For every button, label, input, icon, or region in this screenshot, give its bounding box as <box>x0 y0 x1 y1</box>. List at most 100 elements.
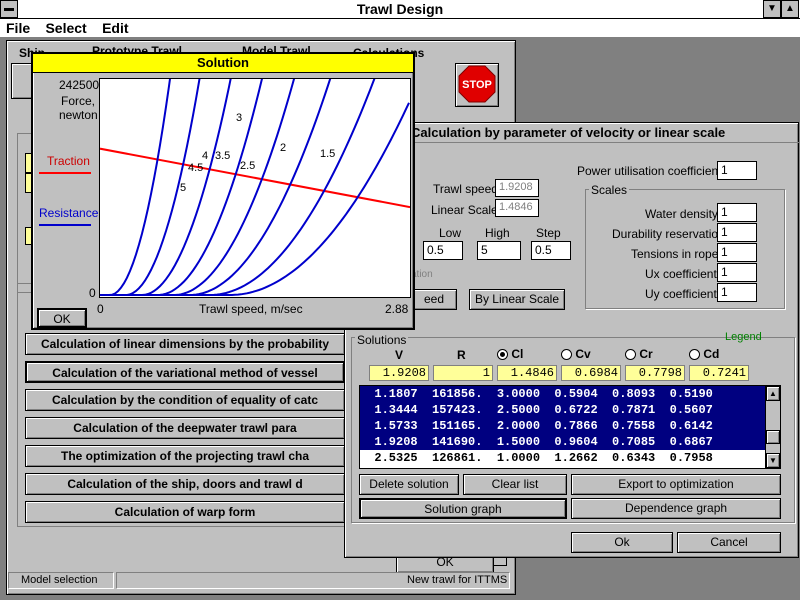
curve-label: 4.5 <box>188 162 203 174</box>
durability-input[interactable]: 1 <box>717 223 757 242</box>
current-cv-value: 0.6984 <box>561 365 621 381</box>
solution-graph-button[interactable]: Solution graph <box>359 498 567 519</box>
list-item[interactable]: 1.3444 157423. 2.5000 0.6722 0.7871 0.56… <box>360 402 780 418</box>
x-max-label: 2.88 <box>385 302 409 316</box>
scroll-down-icon[interactable]: ▼ <box>766 453 780 468</box>
solution-window: Solution 242500 Force, newton 0 0 Trawl … <box>31 52 415 330</box>
menu-select[interactable]: Select <box>39 19 92 37</box>
calc-warp-form-button[interactable]: Calculation of warp form <box>25 501 345 523</box>
legend-resistance-label: Resistance <box>39 206 99 220</box>
legend-traction-label: Traction <box>47 154 90 168</box>
stop-button[interactable]: STOP <box>455 63 499 107</box>
solutions-title: Solutions <box>355 333 409 347</box>
svg-text:STOP: STOP <box>462 79 492 91</box>
step-label: Step <box>536 226 561 240</box>
calc-ship-doors-button[interactable]: Calculation of the ship, doors and trawl… <box>25 473 345 495</box>
durability-label: Durability reservation: <box>612 227 729 241</box>
status-model-selection[interactable]: Model selection <box>8 572 114 589</box>
solutions-list[interactable]: 1.1807 161856. 3.0000 0.5904 0.8093 0.51… <box>359 385 781 469</box>
y-unit-label: Force, newton <box>59 94 98 122</box>
curve-label: 1.5 <box>320 148 335 160</box>
maximize-icon[interactable]: ▲ <box>781 0 799 18</box>
status-trawl-name: New trawl for ITTMS <box>116 572 510 589</box>
water-density-input[interactable]: 1 <box>717 203 757 222</box>
calc-deepwater-trawl-button[interactable]: Calculation of the deepwater trawl para <box>25 417 345 439</box>
resistance-curve <box>100 64 173 296</box>
high-input[interactable]: 5 <box>477 241 521 260</box>
chart-area: 5 4.5 4 3.5 3 2.5 2 1.5 <box>99 56 411 298</box>
legend-resistance-line <box>39 224 91 226</box>
calc-variational-method-button[interactable]: Calculation of the variational method of… <box>25 361 345 383</box>
scroll-up-icon[interactable]: ▲ <box>766 386 780 401</box>
list-item[interactable]: 1.1807 161856. 3.0000 0.5904 0.8093 0.51… <box>360 386 780 402</box>
col-v-header: V <box>395 348 404 362</box>
menu-file[interactable]: File <box>0 19 36 37</box>
scales-title: Scales <box>589 183 630 197</box>
clear-list-button[interactable]: Clear list <box>463 474 567 495</box>
legend-label[interactable]: Legend <box>725 331 762 343</box>
calc-ok-button[interactable]: Ok <box>571 532 673 553</box>
tensions-input[interactable]: 1 <box>717 243 757 262</box>
uy-input[interactable]: 1 <box>717 283 757 302</box>
curve-label: 4 <box>202 150 208 162</box>
app-title: Trawl Design <box>356 1 444 17</box>
legend-traction-line <box>39 172 91 174</box>
current-v-value: 1.9208 <box>369 365 429 381</box>
curve-label: 3.5 <box>215 150 230 162</box>
water-density-label: Water density: <box>645 207 722 221</box>
dependence-graph-button[interactable]: Dependence graph <box>571 498 781 519</box>
uy-label: Uy coefficient: <box>645 287 721 301</box>
curve-label: 2.5 <box>240 160 255 172</box>
solution-ok-button[interactable]: OK <box>37 308 87 328</box>
low-label: Low <box>439 226 462 240</box>
curve-label: 5 <box>180 182 186 194</box>
solution-chart: 54.54 3.5 3 2.5 2 1.5 <box>99 56 411 296</box>
y-max-label: 242500 <box>59 78 100 92</box>
calc-equality-catch-button[interactable]: Calculation by the condition of equality… <box>25 389 345 411</box>
col-r-header: R <box>457 348 466 362</box>
col-cv-radio[interactable]: Cv <box>561 347 591 361</box>
low-input[interactable]: 0.5 <box>423 241 463 260</box>
step-input[interactable]: 0.5 <box>531 241 571 260</box>
current-cd-value: 0.7241 <box>689 365 749 381</box>
resistance-curve <box>100 63 203 296</box>
minimize-icon[interactable]: ▼ <box>763 0 781 18</box>
calc-linear-dimensions-button[interactable]: Calculation of linear dimensions by the … <box>25 333 345 355</box>
main-title-bar: ▬ Trawl Design ▼ ▲ <box>0 0 800 19</box>
trawl-speed-input[interactable]: 1.9208 <box>495 179 539 197</box>
tensions-label: Tensions in ropes <box>631 247 725 261</box>
calc-cancel-button[interactable]: Cancel <box>677 532 781 553</box>
linear-scale-input[interactable]: 1.4846 <box>495 199 539 217</box>
by-linear-scale-button[interactable]: By Linear Scale <box>469 289 565 310</box>
menu-edit[interactable]: Edit <box>96 19 134 37</box>
x-axis-label: Trawl speed, m/sec <box>199 302 303 316</box>
calc-optimization-button[interactable]: The optimization of the projecting trawl… <box>25 445 345 467</box>
current-r-value: 1 <box>433 365 493 381</box>
menu-bar: File Select Edit <box>0 19 800 37</box>
col-cr-radio[interactable]: Cr <box>625 347 653 361</box>
by-speed-button[interactable]: eed <box>411 289 457 310</box>
stop-icon: STOP <box>458 65 496 103</box>
high-label: High <box>485 226 510 240</box>
current-cr-value: 0.7798 <box>625 365 685 381</box>
solution-title-bar: Solution <box>33 54 413 73</box>
list-scrollbar[interactable]: ▲ ▼ <box>765 386 780 468</box>
power-label: Power utilisation coefficients: <box>577 164 731 178</box>
y-min-label: 0 <box>89 286 96 300</box>
export-optimization-button[interactable]: Export to optimization <box>571 474 781 495</box>
calc-dialog-title: Calculation by parameter of velocity or … <box>411 125 726 140</box>
list-item[interactable]: 2.5325 126861. 1.0000 1.2662 0.6343 0.79… <box>360 450 780 466</box>
power-input[interactable]: 1 <box>717 161 757 180</box>
trawl-speed-label: Trawl speed: <box>433 182 502 196</box>
col-cd-radio[interactable]: Cd <box>689 347 719 361</box>
linear-scale-label: Linear Scale: <box>431 203 502 217</box>
ux-input[interactable]: 1 <box>717 263 757 282</box>
delete-solution-button[interactable]: Delete solution <box>359 474 459 495</box>
ux-label: Ux coefficient: <box>645 267 721 281</box>
scroll-thumb[interactable] <box>766 430 780 444</box>
list-item[interactable]: 1.5733 151165. 2.0000 0.7866 0.7558 0.61… <box>360 418 780 434</box>
list-item[interactable]: 1.9208 141690. 1.5000 0.9604 0.7085 0.68… <box>360 434 780 450</box>
resistance-curve <box>100 56 236 296</box>
col-cl-radio[interactable]: Cl <box>497 347 523 361</box>
current-cl-value: 1.4846 <box>497 365 557 381</box>
